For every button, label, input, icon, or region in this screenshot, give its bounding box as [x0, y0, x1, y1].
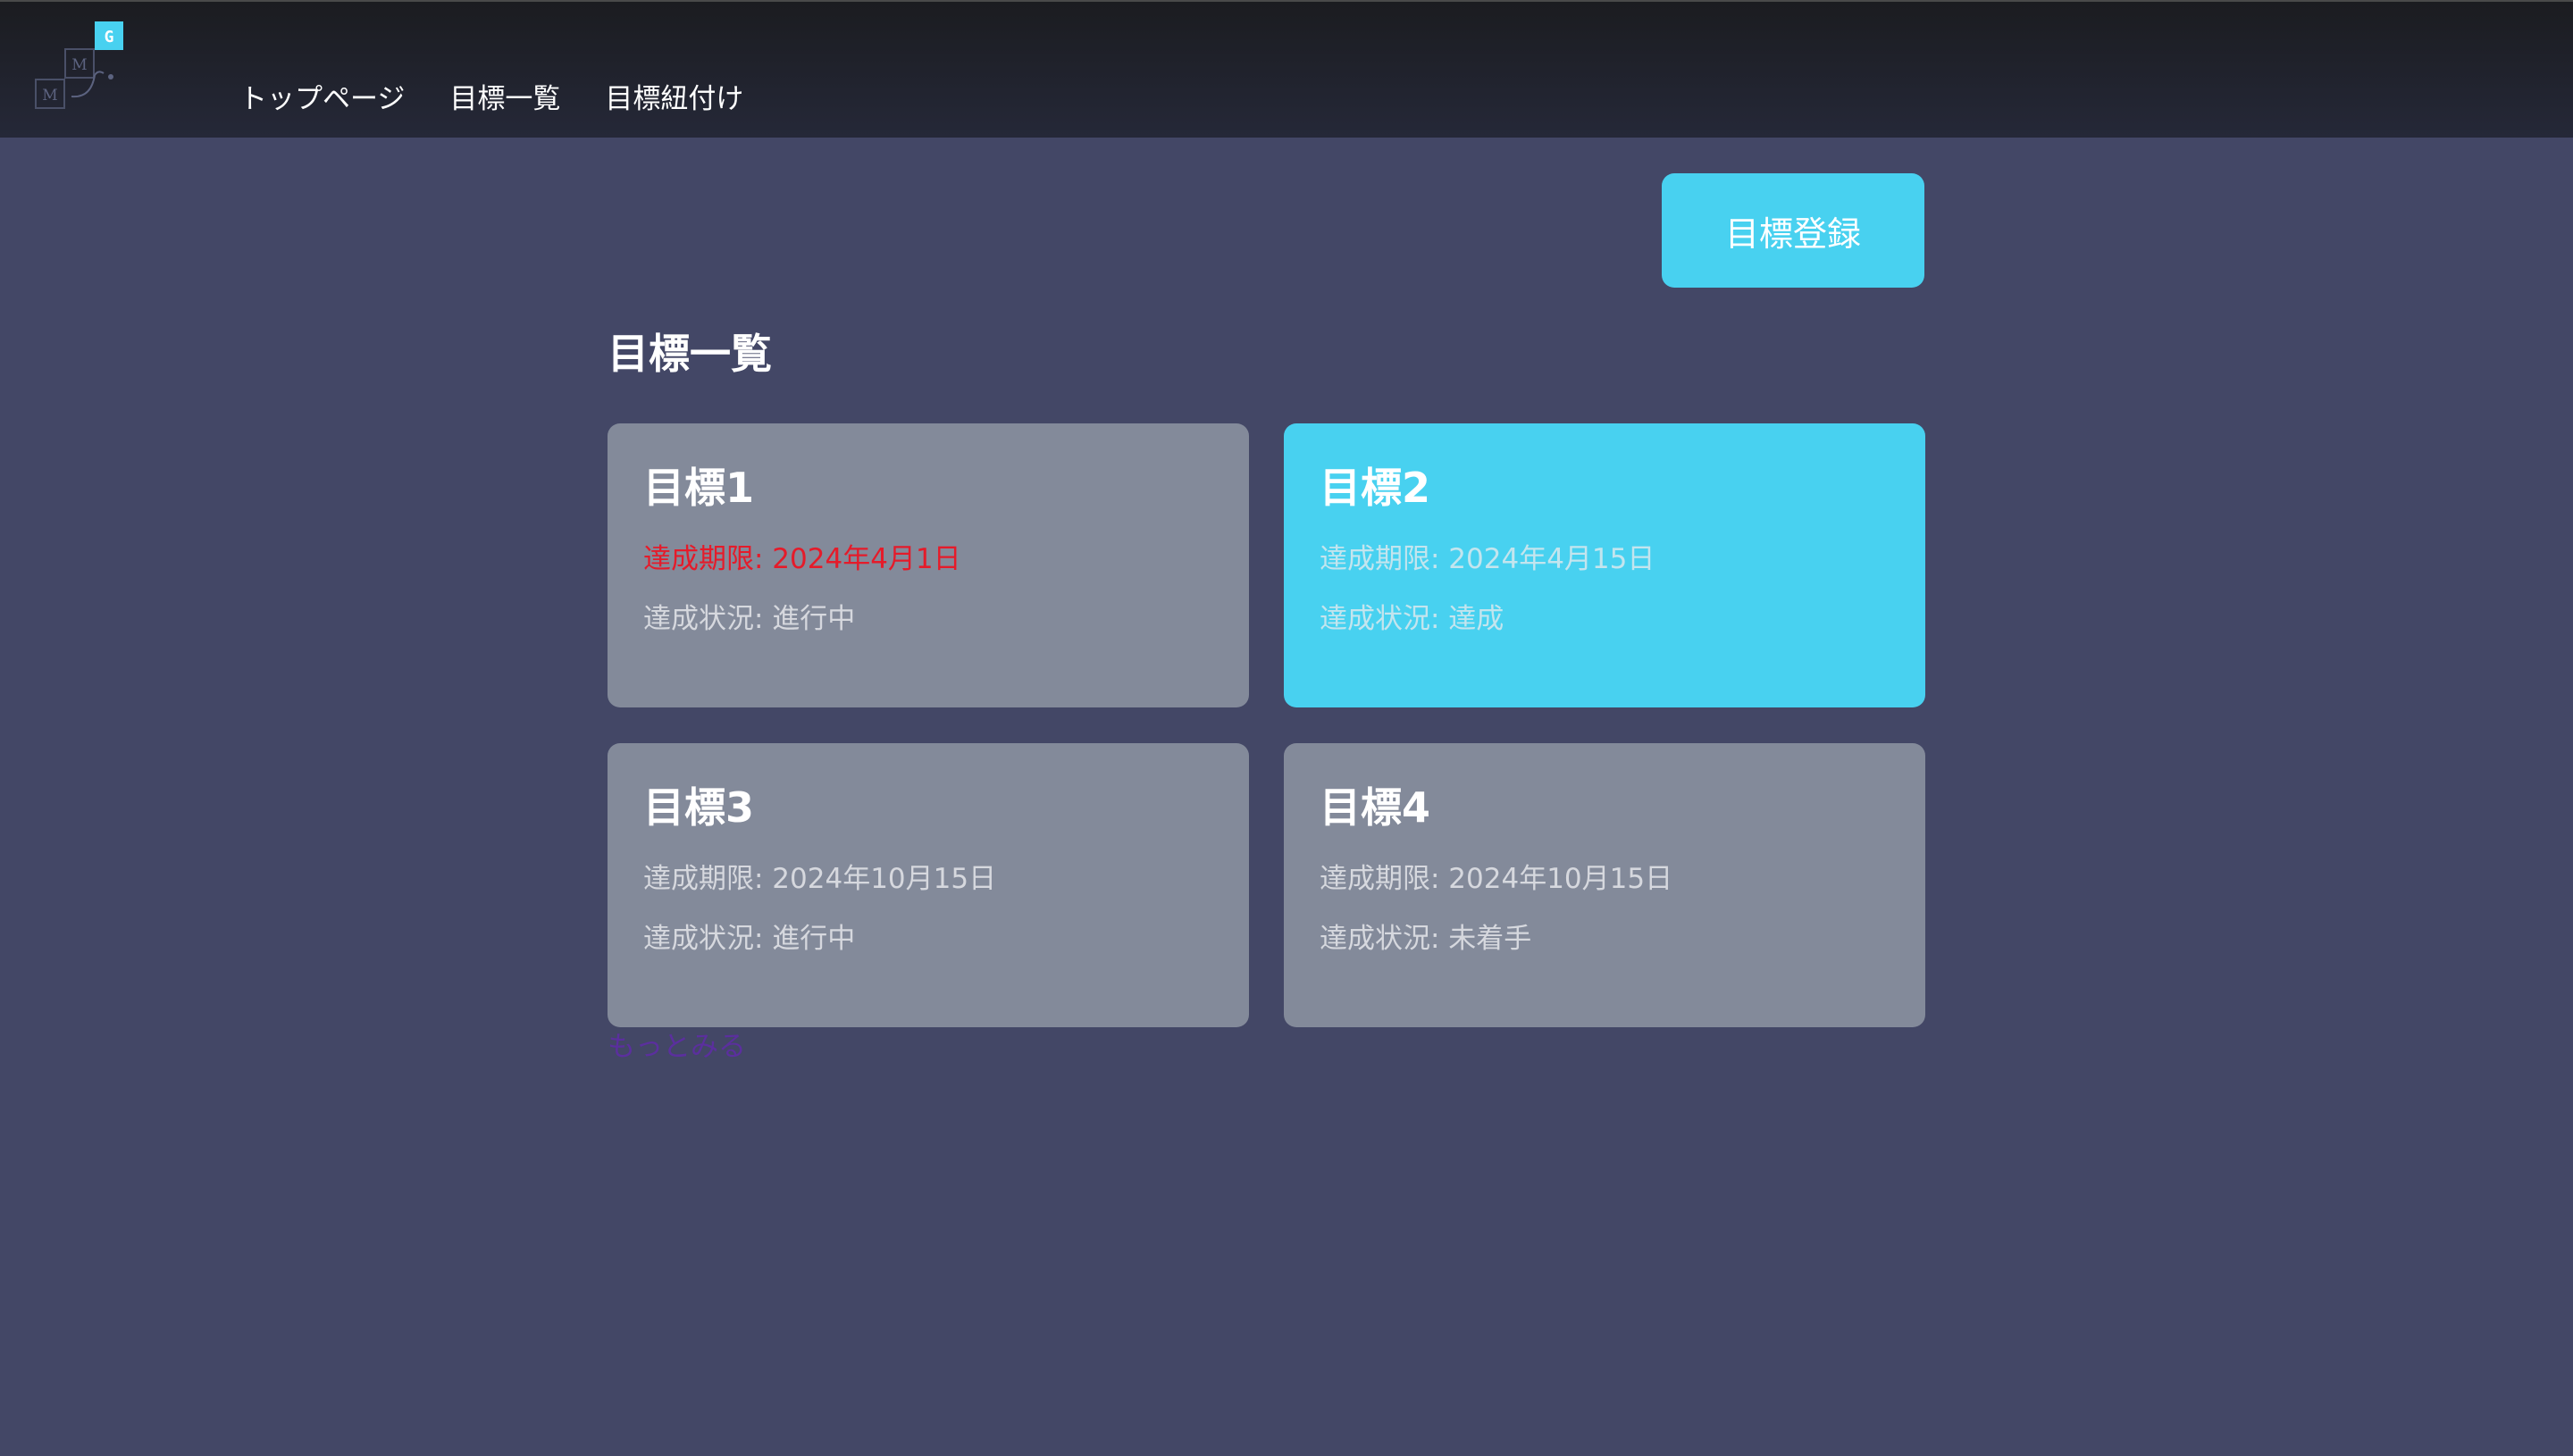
logo-icon: G M M: [35, 21, 123, 109]
goal-card-deadline: 達成期限: 2024年4月1日: [643, 543, 961, 575]
goal-card[interactable]: 目標3 達成期限: 2024年10月15日 達成状況: 進行中: [608, 743, 1249, 1027]
app-logo[interactable]: G M M: [32, 20, 130, 118]
goal-card[interactable]: 目標2 達成期限: 2024年4月15日 達成状況: 達成: [1284, 423, 1925, 707]
goal-card-status: 達成状況: 進行中: [643, 603, 856, 635]
show-more-link[interactable]: もっとみる: [608, 1027, 746, 1067]
goal-card-title: 目標1: [643, 464, 755, 512]
logo-letter-m-upper: M: [71, 56, 87, 74]
nav-link-goal-linking[interactable]: 目標紐付け: [605, 77, 743, 121]
goal-card[interactable]: 目標4 達成期限: 2024年10月15日 達成状況: 未着手: [1284, 743, 1925, 1027]
goal-card-deadline: 達成期限: 2024年10月15日: [643, 863, 997, 895]
goal-card-deadline: 達成期限: 2024年4月15日: [1320, 543, 1655, 575]
goal-card[interactable]: 目標1 達成期限: 2024年4月1日 達成状況: 進行中: [608, 423, 1249, 707]
page-title: 目標一覧: [608, 330, 772, 378]
logo-letter-m-lower: M: [42, 87, 57, 105]
goal-card-title: 目標3: [643, 783, 755, 832]
goal-card-status: 達成状況: 進行中: [643, 923, 856, 955]
logo-letter-g: G: [105, 28, 114, 46]
goal-card-title: 目標2: [1320, 464, 1431, 512]
nav-link-goal-list[interactable]: 目標一覧: [449, 77, 560, 121]
register-goal-button[interactable]: 目標登録: [1662, 173, 1924, 288]
top-navigation-bar: G M M トップページ 目標一覧 目標紐付け: [0, 0, 2573, 138]
goal-card-status: 達成状況: 達成: [1320, 603, 1504, 635]
goal-card-status: 達成状況: 未着手: [1320, 923, 1532, 955]
nav-link-top-page[interactable]: トップページ: [239, 77, 405, 121]
main-nav: トップページ 目標一覧 目標紐付け: [239, 77, 743, 121]
goal-card-deadline: 達成期限: 2024年10月15日: [1320, 863, 1673, 895]
goal-card-title: 目標4: [1320, 783, 1431, 832]
